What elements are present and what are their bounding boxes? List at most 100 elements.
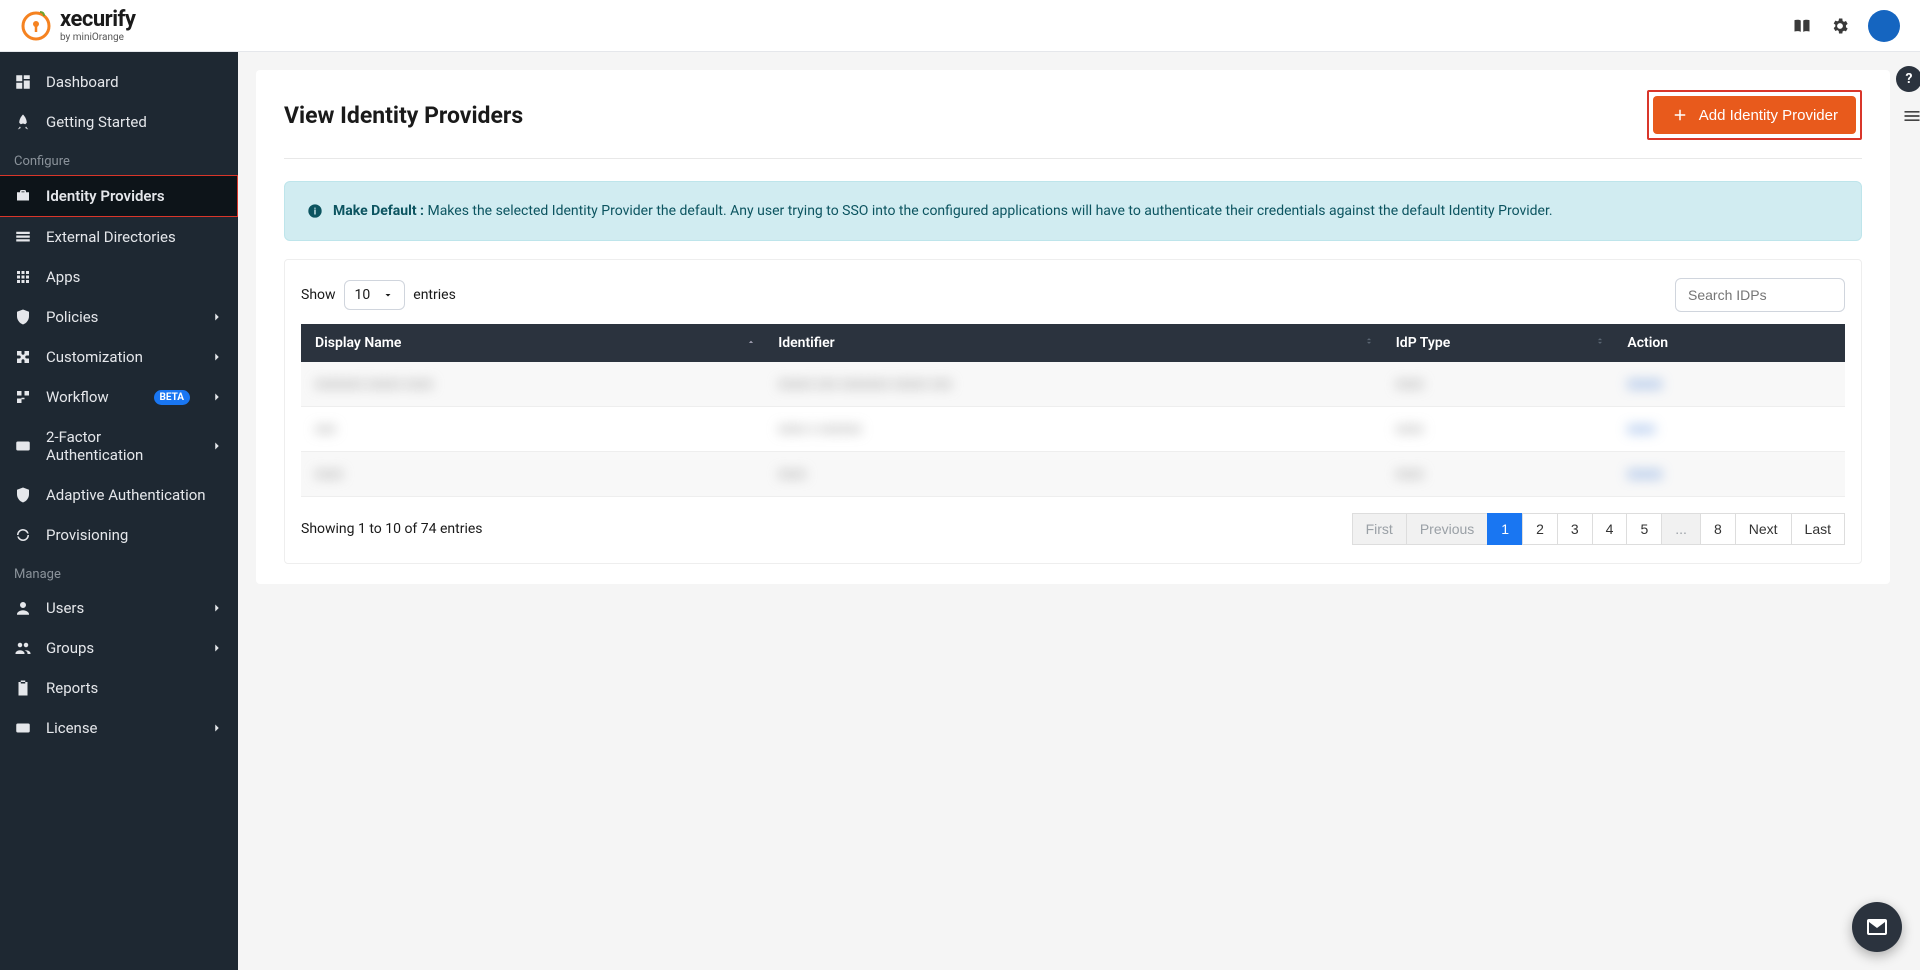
- entries-label: entries: [413, 287, 456, 303]
- sidebar-item-policies[interactable]: Policies: [0, 297, 238, 337]
- sidebar-item-getting-started[interactable]: Getting Started: [0, 102, 238, 142]
- sidebar-item-label: Getting Started: [46, 113, 224, 131]
- page-2[interactable]: 2: [1522, 513, 1558, 545]
- chevron-right-icon: [210, 350, 224, 364]
- page-title: View Identity Providers: [284, 102, 523, 129]
- page-1[interactable]: 1: [1487, 513, 1523, 545]
- sidebar-item-label: Workflow: [46, 388, 140, 406]
- search-input[interactable]: [1675, 278, 1845, 312]
- page-first[interactable]: First: [1352, 513, 1407, 545]
- sidebar-item-license[interactable]: License: [0, 708, 238, 748]
- side-menu-toggle[interactable]: [1902, 106, 1920, 130]
- sidebar-item-dashboard[interactable]: Dashboard: [0, 62, 238, 102]
- mail-icon: [1865, 915, 1889, 939]
- table-row: xxxx xxxx xxxx xxxxx: [301, 452, 1845, 497]
- pagination: First Previous 1 2 3 4 5 ... 8 Next Last: [1353, 513, 1845, 545]
- sidebar-item-workflow[interactable]: Workflow BETA: [0, 377, 238, 417]
- page-4[interactable]: 4: [1592, 513, 1628, 545]
- sidebar-item-label: License: [46, 719, 196, 737]
- chevron-right-icon: [210, 641, 224, 655]
- clipboard-icon: [14, 679, 32, 697]
- page-next[interactable]: Next: [1735, 513, 1792, 545]
- sidebar-item-label: Policies: [46, 308, 196, 326]
- info-strong: Make Default :: [333, 203, 424, 219]
- brand-subtitle: by miniOrange: [60, 33, 135, 43]
- table-row: xxxxxxx xxxxx xxxx xxxxx xxx xxxxxxx xxx…: [301, 362, 1845, 407]
- sidebar-item-identity-providers[interactable]: Identity Providers: [0, 175, 238, 217]
- list-icon: [14, 228, 32, 246]
- sidebar-section-configure: Configure: [0, 142, 238, 175]
- info-banner: i Make Default : Makes the selected Iden…: [284, 181, 1862, 241]
- entries-per-page-select[interactable]: 10: [344, 280, 406, 310]
- chevron-right-icon: [210, 390, 224, 404]
- idp-table: Display Name Identifier IdP Type Action: [301, 324, 1845, 497]
- sidebar-item-label: Users: [46, 599, 196, 617]
- sidebar-item-label: 2-Factor Authentication: [46, 428, 196, 464]
- logo-icon: [20, 10, 52, 42]
- info-icon: i: [307, 203, 323, 219]
- sidebar-item-apps[interactable]: Apps: [0, 257, 238, 297]
- brand-logo[interactable]: xecurify by miniOrange: [20, 9, 135, 43]
- keypad-icon: [14, 437, 32, 455]
- sidebar-item-label: External Directories: [46, 228, 224, 246]
- sidebar-item-2fa[interactable]: 2-Factor Authentication: [0, 417, 238, 475]
- sidebar-item-label: Reports: [46, 679, 224, 697]
- page-3[interactable]: 3: [1557, 513, 1593, 545]
- sidebar-item-label: Groups: [46, 639, 196, 657]
- chevron-right-icon: [210, 721, 224, 735]
- chevron-right-icon: [210, 601, 224, 615]
- table-footer-info: Showing 1 to 10 of 74 entries: [301, 521, 483, 537]
- add-idp-highlight: Add Identity Provider: [1647, 90, 1862, 140]
- sidebar-item-groups[interactable]: Groups: [0, 628, 238, 668]
- group-icon: [14, 639, 32, 657]
- add-button-label: Add Identity Provider: [1699, 107, 1838, 124]
- page-previous[interactable]: Previous: [1406, 513, 1488, 545]
- beta-badge: BETA: [154, 390, 191, 405]
- card-icon: [14, 719, 32, 737]
- sidebar-item-label: Identity Providers: [46, 187, 223, 205]
- chevron-down-icon: [382, 289, 394, 301]
- briefcase-icon: [14, 187, 32, 205]
- sidebar-item-label: Customization: [46, 348, 196, 366]
- brand-title: xecurify: [60, 9, 135, 31]
- gear-icon[interactable]: [1830, 16, 1850, 36]
- col-action: Action: [1613, 324, 1845, 362]
- add-identity-provider-button[interactable]: Add Identity Provider: [1653, 96, 1856, 134]
- chevron-right-icon: [210, 310, 224, 324]
- avatar[interactable]: [1868, 10, 1900, 42]
- page-ellipsis: ...: [1661, 513, 1701, 545]
- rocket-icon: [14, 113, 32, 131]
- help-button[interactable]: ?: [1896, 66, 1920, 92]
- shield-icon: [14, 308, 32, 326]
- sidebar-item-adaptive-auth[interactable]: Adaptive Authentication: [0, 475, 238, 515]
- sort-icon: [1595, 334, 1605, 352]
- sidebar: Dashboard Getting Started Configure Iden…: [0, 52, 238, 970]
- shield-check-icon: [14, 486, 32, 504]
- user-icon: [14, 599, 32, 617]
- chat-button[interactable]: [1852, 902, 1902, 952]
- sidebar-item-customization[interactable]: Customization: [0, 337, 238, 377]
- sidebar-item-label: Apps: [46, 268, 224, 286]
- col-identifier[interactable]: Identifier: [764, 324, 1382, 362]
- page-8[interactable]: 8: [1700, 513, 1736, 545]
- show-label: Show: [301, 287, 336, 303]
- docs-icon[interactable]: [1792, 16, 1812, 36]
- sidebar-item-label: Provisioning: [46, 526, 224, 544]
- sidebar-item-label: Adaptive Authentication: [46, 486, 224, 504]
- main-content: ? View Identity Providers Add Identity P…: [238, 52, 1920, 970]
- chevron-right-icon: [210, 439, 224, 453]
- sync-icon: [14, 526, 32, 544]
- page-5[interactable]: 5: [1626, 513, 1662, 545]
- sidebar-item-label: Dashboard: [46, 73, 224, 91]
- sidebar-item-external-directories[interactable]: External Directories: [0, 217, 238, 257]
- col-display-name[interactable]: Display Name: [301, 324, 764, 362]
- col-idp-type[interactable]: IdP Type: [1382, 324, 1614, 362]
- workflow-icon: [14, 388, 32, 406]
- sidebar-item-users[interactable]: Users: [0, 588, 238, 628]
- sidebar-item-reports[interactable]: Reports: [0, 668, 238, 708]
- info-text: Makes the selected Identity Provider the…: [424, 203, 1553, 219]
- page-last[interactable]: Last: [1791, 513, 1845, 545]
- top-header: xecurify by miniOrange: [0, 0, 1920, 52]
- sidebar-item-provisioning[interactable]: Provisioning: [0, 515, 238, 555]
- grid-icon: [14, 268, 32, 286]
